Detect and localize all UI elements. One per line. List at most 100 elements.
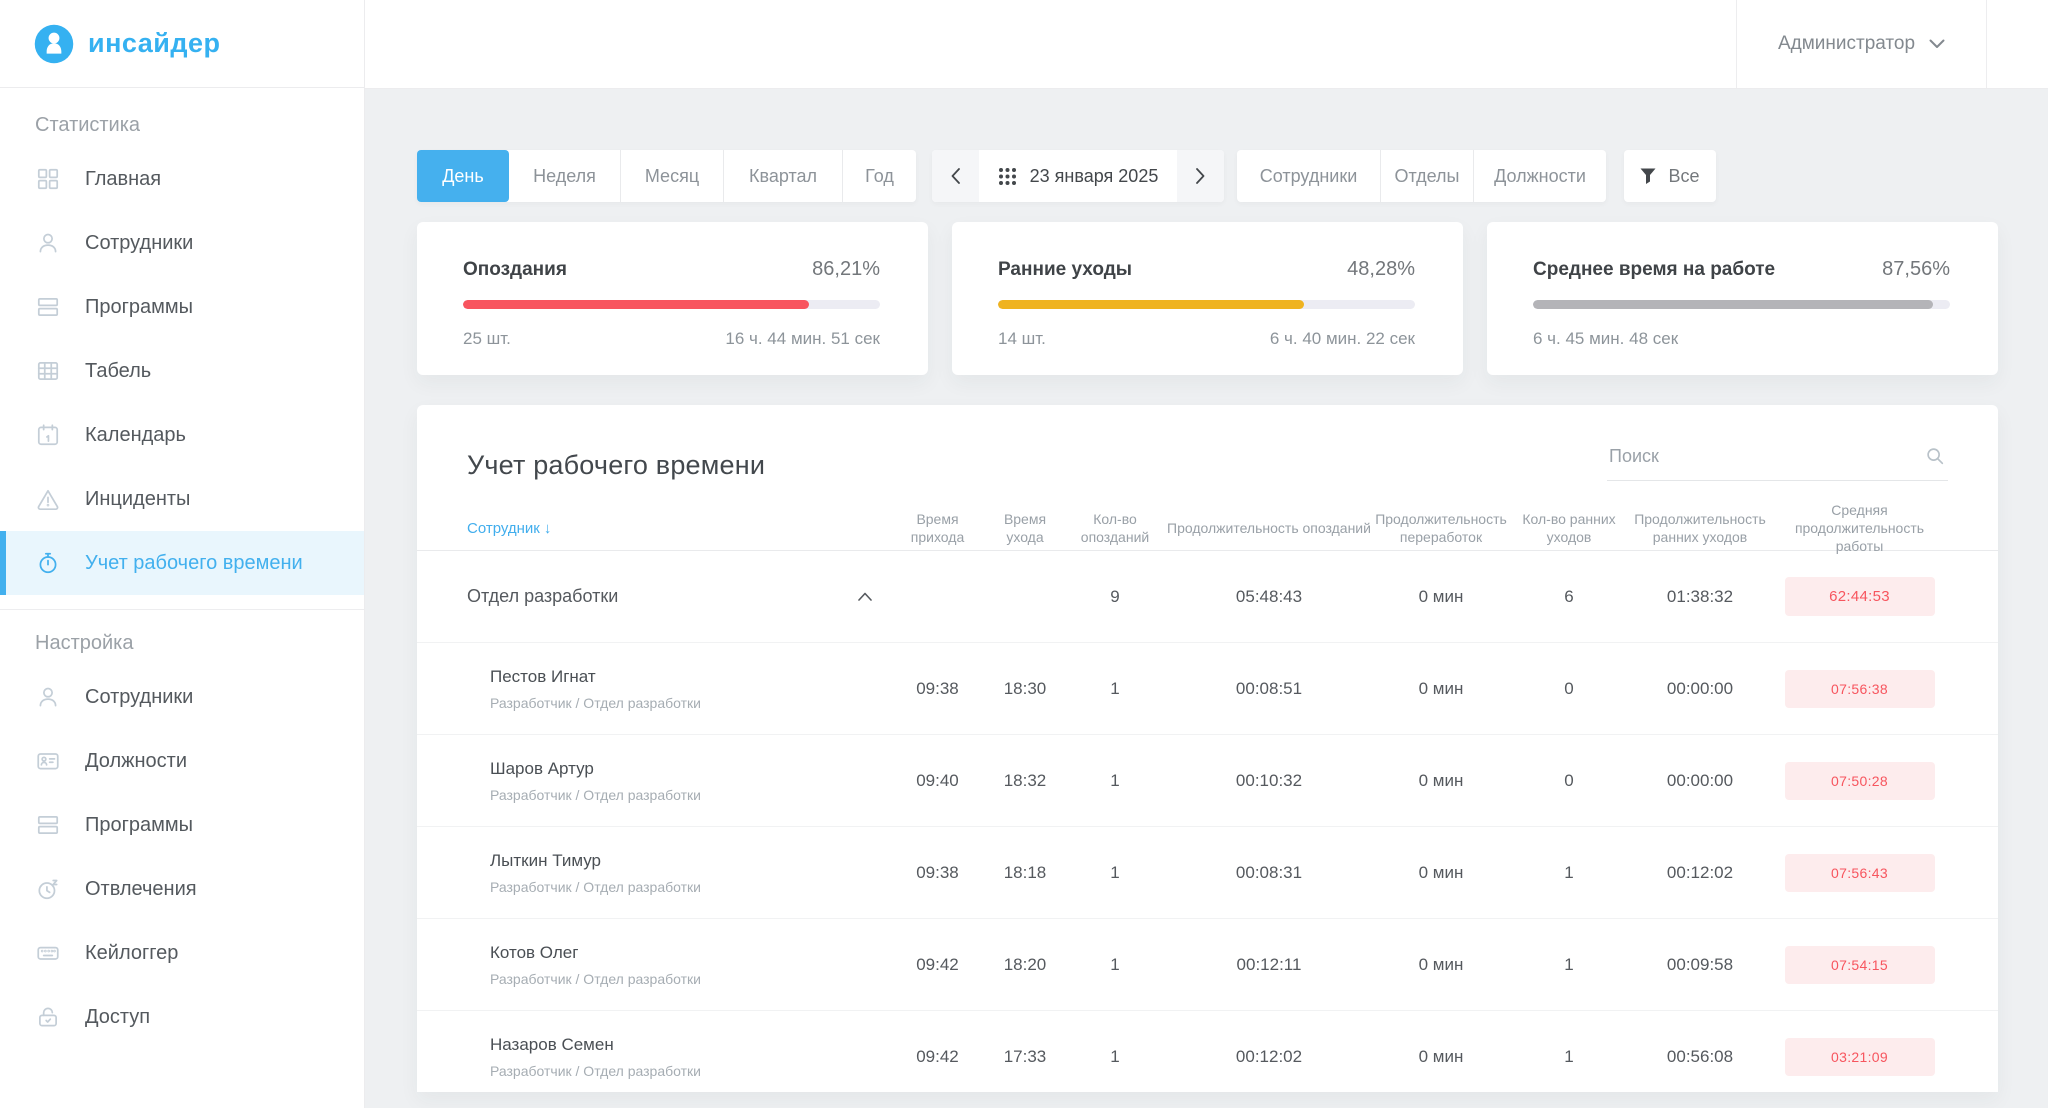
progress-fill	[463, 300, 809, 309]
search-icon[interactable]	[1924, 445, 1946, 467]
next-date-button[interactable]	[1177, 150, 1224, 202]
sidebar-item-incidents[interactable]: Инциденты	[0, 467, 364, 531]
tab-positions[interactable]: Должности	[1474, 150, 1606, 202]
user-menu[interactable]: Администратор	[1736, 0, 1987, 88]
tab-day[interactable]: День	[417, 150, 509, 202]
user-icon	[35, 684, 61, 710]
cell-early-duration: 01:38:32	[1629, 587, 1771, 607]
table-row: Пестов ИгнатРазработчик / Отдел разработ…	[417, 643, 1998, 735]
cell-early-count: 1	[1509, 955, 1629, 975]
insider-logo-icon	[33, 23, 75, 65]
cell-late-count: 1	[1065, 679, 1165, 699]
cell-early-duration: 00:12:02	[1629, 863, 1771, 883]
calendar-icon	[35, 422, 61, 448]
section-label: Настройка	[35, 632, 364, 655]
avg-work-badge: 07:56:43	[1785, 854, 1935, 892]
stat-cards: Опоздания 86,21% 25 шт. 16 ч. 44 мин. 51…	[417, 222, 1998, 375]
sidebar-item-label: Учет рабочего времени	[85, 551, 319, 576]
cell-early-duration: 00:00:00	[1629, 679, 1771, 699]
tab-week[interactable]: Неделя	[509, 150, 621, 202]
sidebar-item-settings-programs[interactable]: Программы	[0, 793, 364, 857]
section-label: Статистика	[35, 114, 364, 137]
tab-quarter[interactable]: Квартал	[724, 150, 843, 202]
cell-late-count: 1	[1065, 955, 1165, 975]
stat-card-late: Опоздания 86,21% 25 шт. 16 ч. 44 мин. 51…	[417, 222, 928, 375]
sidebar-item-employees[interactable]: Сотрудники	[0, 211, 364, 275]
sidebar-item-label: Кейлоггер	[85, 941, 194, 966]
cell-late-duration: 00:08:31	[1165, 863, 1373, 883]
cell-overtime: 0 мин	[1373, 1047, 1509, 1067]
stat-card-early-leave: Ранние уходы 48,28% 14 шт. 6 ч. 40 мин. …	[952, 222, 1463, 375]
collapse-chevron-icon[interactable]	[858, 592, 872, 601]
stat-duration: 16 ч. 44 мин. 51 сек	[725, 329, 880, 349]
sidebar-section-statistics: Статистика Главная Сотрудники Программы …	[0, 114, 364, 595]
employee-name: Лыткин Тимур	[490, 851, 890, 871]
worktime-table-card: Учет рабочего времени Сотрудник↓ Время п…	[417, 405, 1998, 1092]
selected-date: 23 января 2025	[1030, 166, 1159, 187]
sidebar-item-label: Доступ	[85, 1005, 166, 1030]
tab-month[interactable]: Месяц	[621, 150, 724, 202]
chevron-down-icon	[1929, 39, 1945, 49]
employee-name: Пестов Игнат	[490, 667, 890, 687]
sidebar-item-distractions[interactable]: Отвлечения	[0, 857, 364, 921]
cell-arrival: 09:38	[890, 863, 985, 883]
employee-name: Назаров Семен	[490, 1035, 890, 1055]
date-navigator: 23 января 2025	[932, 150, 1224, 202]
scope-tabs: Сотрудники Отделы Должности	[1237, 150, 1606, 202]
sidebar-item-settings-employees[interactable]: Сотрудники	[0, 665, 364, 729]
stopwatch-icon	[35, 550, 61, 576]
cell-arrival: 09:38	[890, 679, 985, 699]
sidebar-item-access[interactable]: Доступ	[0, 985, 364, 1049]
stat-percent: 86,21%	[812, 258, 880, 281]
progress-track	[463, 300, 880, 309]
sidebar-item-positions[interactable]: Должности	[0, 729, 364, 793]
stat-count: 14 шт.	[998, 329, 1046, 349]
stat-percent: 87,56%	[1882, 258, 1950, 281]
department-name: Отдел разработки	[467, 586, 618, 607]
filter-button[interactable]: Все	[1624, 150, 1716, 202]
sidebar-section-settings: Настройка Сотрудники Должности Программы…	[0, 609, 364, 1049]
tab-year[interactable]: Год	[843, 150, 916, 202]
clock-snooze-icon	[35, 876, 61, 902]
cell-departure: 18:32	[985, 771, 1065, 791]
sidebar-item-programs[interactable]: Программы	[0, 275, 364, 339]
tab-departments[interactable]: Отделы	[1381, 150, 1474, 202]
cell-overtime: 0 мин	[1373, 679, 1509, 699]
filter-label: Все	[1668, 166, 1699, 187]
stat-percent: 48,28%	[1347, 258, 1415, 281]
cell-departure: 18:30	[985, 679, 1065, 699]
prev-date-button[interactable]	[932, 150, 979, 202]
avg-work-badge: 03:21:09	[1785, 1038, 1935, 1076]
table-row: Назаров СеменРазработчик / Отдел разрабо…	[417, 1011, 1998, 1092]
cell-arrival: 09:42	[890, 1047, 985, 1067]
sidebar-item-calendar[interactable]: Календарь	[0, 403, 364, 467]
cell-early-count: 0	[1509, 679, 1629, 699]
stat-duration: 6 ч. 45 мин. 48 сек	[1533, 329, 1678, 349]
cell-departure: 18:20	[985, 955, 1065, 975]
table-icon	[35, 358, 61, 384]
employee-name: Котов Олег	[490, 943, 890, 963]
tab-employees[interactable]: Сотрудники	[1237, 150, 1381, 202]
cell-overtime: 0 мин	[1373, 863, 1509, 883]
sidebar-item-main[interactable]: Главная	[0, 147, 364, 211]
sidebar-item-keylogger[interactable]: Кейлоггер	[0, 921, 364, 985]
cell-late-duration: 00:12:11	[1165, 955, 1373, 975]
column-header-arrival: Время прихода	[890, 510, 985, 546]
sidebar-item-label: Календарь	[85, 423, 202, 448]
column-header-avg-work: Средняя продолжительность работы	[1771, 501, 1948, 556]
search-input[interactable]	[1607, 445, 1911, 468]
sidebar-item-timesheet[interactable]: Табель	[0, 339, 364, 403]
sidebar-item-worktime[interactable]: Учет рабочего времени	[0, 531, 364, 595]
table-row: Шаров АртурРазработчик / Отдел разработк…	[417, 735, 1998, 827]
table-row: Лыткин ТимурРазработчик / Отдел разработ…	[417, 827, 1998, 919]
sidebar-nav: Статистика Главная Сотрудники Программы …	[0, 88, 364, 1049]
date-picker[interactable]: 23 января 2025	[979, 150, 1177, 202]
cell-late-duration: 00:08:51	[1165, 679, 1373, 699]
dots-grid-icon	[998, 167, 1017, 186]
cell-arrival: 09:42	[890, 955, 985, 975]
stat-count: 25 шт.	[463, 329, 511, 349]
logo[interactable]: инсайдер	[0, 0, 364, 88]
column-header-employee[interactable]: Сотрудник↓	[467, 519, 890, 539]
keyboard-icon	[35, 940, 61, 966]
sidebar-item-label: Отвлечения	[85, 877, 213, 902]
